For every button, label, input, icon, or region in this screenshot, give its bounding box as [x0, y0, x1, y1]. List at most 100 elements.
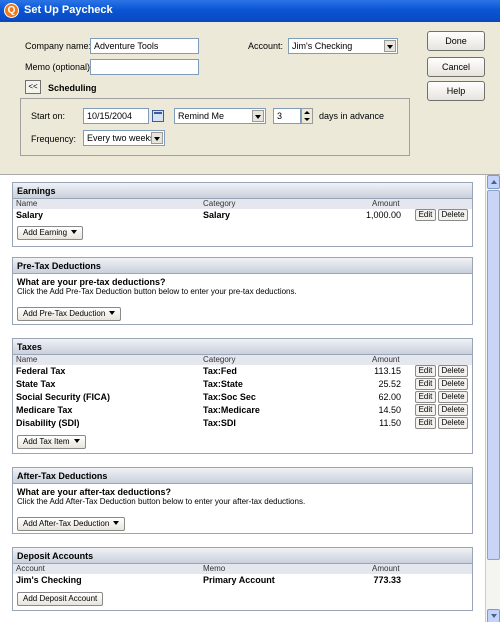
add-aftertax-label: Add After-Tax Deduction: [23, 519, 110, 528]
chevron-down-icon: [384, 40, 396, 52]
frequency-select[interactable]: Every two weeks: [83, 130, 165, 146]
scroll-up-icon[interactable]: [487, 175, 500, 189]
scroll-thumb[interactable]: [487, 190, 500, 560]
delete-button[interactable]: Delete: [438, 378, 468, 390]
pretax-header: Pre-Tax Deductions: [13, 258, 472, 274]
paycheck-details: Earnings Name Category Amount Salary Sal…: [0, 174, 500, 622]
column-amount: Amount: [372, 355, 400, 364]
add-tax-item-label: Add Tax Item: [23, 437, 70, 446]
tax-amount: 25.52: [378, 379, 401, 389]
table-row: Federal Tax Tax:Fed 113.15 Edit Delete: [13, 365, 472, 378]
tax-amount: 113.15: [374, 366, 401, 376]
delete-button[interactable]: Delete: [438, 365, 468, 377]
delete-button[interactable]: Delete: [438, 209, 468, 221]
column-name: Name: [16, 199, 38, 208]
account-select-value: Jim's Checking: [292, 41, 353, 51]
edit-button[interactable]: Edit: [415, 404, 436, 416]
column-amount: Amount: [372, 564, 400, 573]
edit-button[interactable]: Edit: [415, 417, 436, 429]
pretax-prompt: What are your pre-tax deductions?: [17, 277, 166, 287]
account-label: Account:: [248, 41, 284, 51]
add-pretax-button[interactable]: Add Pre-Tax Deduction: [17, 307, 122, 321]
add-earning-button[interactable]: Add Earning: [17, 226, 84, 240]
frequency-label: Frequency:: [31, 134, 77, 144]
chevron-down-icon: [109, 311, 116, 315]
aftertax-header: After-Tax Deductions: [13, 468, 472, 484]
tax-name: Federal Tax: [16, 366, 66, 376]
company-name-input[interactable]: Adventure Tools: [90, 38, 199, 54]
delete-button[interactable]: Delete: [438, 417, 468, 429]
cancel-button[interactable]: Cancel: [427, 57, 485, 77]
tax-name: Medicare Tax: [16, 405, 73, 415]
taxes-section: Taxes Name Category Amount Federal Tax T…: [12, 338, 473, 454]
pretax-section: Pre-Tax Deductions What are your pre-tax…: [12, 257, 473, 325]
chevron-down-icon: [151, 132, 163, 144]
taxes-column-header: Name Category Amount: [13, 355, 472, 365]
edit-button[interactable]: Edit: [415, 209, 436, 221]
scroll-down-icon[interactable]: [487, 609, 500, 622]
pretax-help: Click the Add Pre-Tax Deduction button b…: [17, 287, 297, 296]
tax-category: Tax:State: [203, 379, 243, 389]
window-title: Set Up Paycheck: [24, 4, 113, 16]
deposit-account: Jim's Checking: [16, 575, 82, 585]
aftertax-section: After-Tax Deductions What are your after…: [12, 467, 473, 534]
table-row: Disability (SDI) Tax:SDI 11.50 Edit Dele…: [13, 417, 472, 430]
memo-label: Memo (optional):: [25, 62, 93, 72]
deposit-section: Deposit Accounts Account Memo Amount Jim…: [12, 547, 473, 611]
quicken-icon: Q: [4, 3, 19, 18]
edit-button[interactable]: Edit: [415, 365, 436, 377]
table-row: Salary Salary 1,000.00 Edit Delete: [13, 209, 472, 222]
edit-button[interactable]: Edit: [415, 391, 436, 403]
table-row: Jim's Checking Primary Account 773.33: [13, 574, 472, 587]
tax-amount: 14.50: [378, 405, 401, 415]
tax-name: Social Security (FICA): [16, 392, 111, 402]
tax-category: Tax:SDI: [203, 418, 236, 428]
column-memo: Memo: [203, 564, 226, 573]
done-button[interactable]: Done: [427, 31, 485, 51]
days-in-advance-label: days in advance: [319, 111, 385, 121]
taxes-header: Taxes: [13, 339, 472, 355]
deposit-memo: Primary Account: [203, 575, 275, 585]
table-row: Medicare Tax Tax:Medicare 14.50 Edit Del…: [13, 404, 472, 417]
earning-category: Salary: [203, 210, 231, 220]
earnings-column-header: Name Category Amount: [13, 199, 472, 209]
days-advance-input[interactable]: 3: [273, 108, 301, 124]
collapse-scheduling-button[interactable]: <<: [25, 80, 41, 94]
vertical-scrollbar[interactable]: [485, 175, 500, 622]
memo-input[interactable]: [90, 59, 199, 75]
edit-button[interactable]: Edit: [415, 378, 436, 390]
chevron-down-icon: [73, 439, 80, 443]
add-tax-item-button[interactable]: Add Tax Item: [17, 435, 86, 449]
scheduling-group: Start on: 10/15/2004 Remind Me 3 days in…: [20, 98, 410, 156]
company-name-label: Company name:: [25, 41, 92, 51]
calendar-icon[interactable]: [152, 110, 164, 122]
earning-name: Salary: [16, 210, 44, 220]
earning-amount: 1,000.00: [365, 210, 401, 220]
account-select[interactable]: Jim's Checking: [288, 38, 398, 54]
remind-select-value: Remind Me: [178, 111, 225, 121]
add-aftertax-button[interactable]: Add After-Tax Deduction: [17, 517, 126, 531]
deposit-column-header: Account Memo Amount: [13, 564, 472, 574]
days-spinner[interactable]: [301, 108, 313, 124]
earnings-header: Earnings: [13, 183, 472, 199]
tax-category: Tax:Fed: [203, 366, 237, 376]
start-on-label: Start on:: [31, 111, 66, 121]
earnings-section: Earnings Name Category Amount Salary Sal…: [12, 182, 473, 247]
delete-button[interactable]: Delete: [438, 391, 468, 403]
add-earning-label: Add Earning: [23, 228, 68, 237]
column-category: Category: [203, 355, 236, 364]
aftertax-prompt: What are your after-tax deductions?: [17, 487, 172, 497]
column-category: Category: [203, 199, 236, 208]
title-bar: Q Set Up Paycheck: [0, 0, 500, 22]
start-date-input[interactable]: 10/15/2004: [83, 108, 149, 124]
help-button[interactable]: Help: [427, 81, 485, 101]
deposit-amount: 773.33: [373, 575, 401, 585]
tax-amount: 11.50: [379, 418, 401, 428]
add-deposit-account-button[interactable]: Add Deposit Account: [17, 592, 104, 606]
delete-button[interactable]: Delete: [438, 404, 468, 416]
tax-name: Disability (SDI): [16, 418, 80, 428]
aftertax-help: Click the Add After-Tax Deduction button…: [17, 497, 306, 506]
paycheck-form: Company name: Adventure Tools Memo (opti…: [0, 22, 500, 174]
remind-select[interactable]: Remind Me: [174, 108, 266, 124]
deposit-header: Deposit Accounts: [13, 548, 472, 564]
